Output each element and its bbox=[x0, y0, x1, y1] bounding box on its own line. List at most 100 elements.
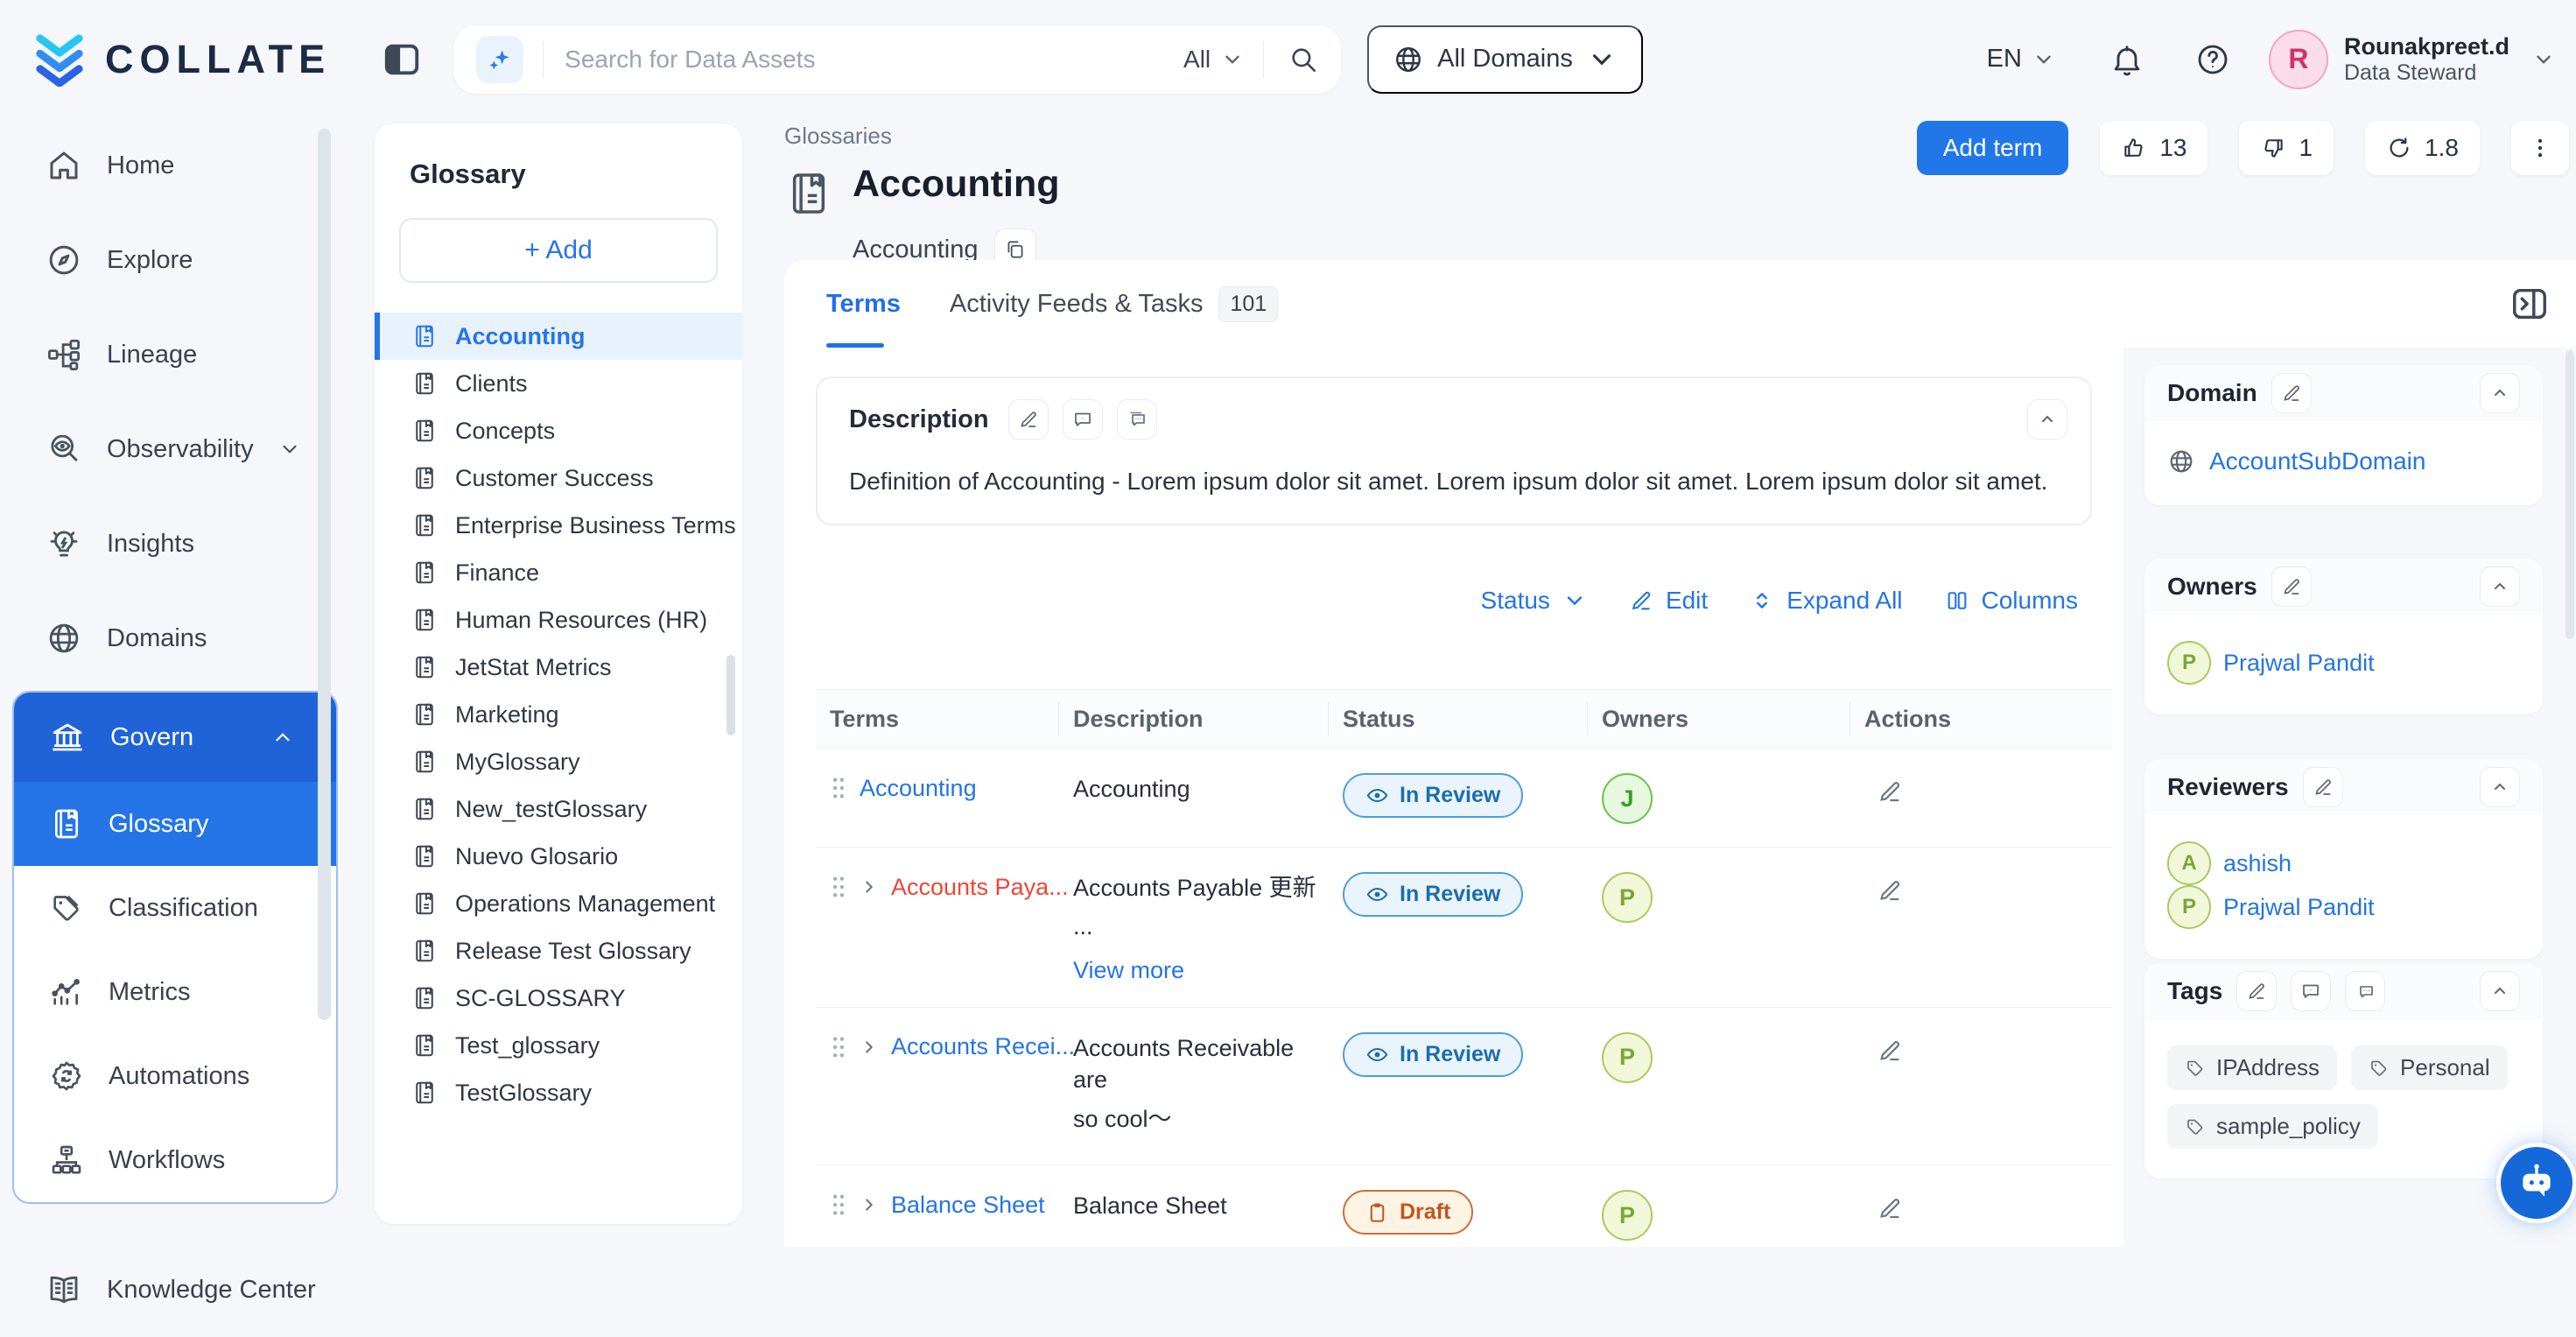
column-header-status[interactable]: Status bbox=[1329, 690, 1588, 748]
edit-tags-button[interactable] bbox=[2236, 971, 2277, 1011]
sidebar-item-govern[interactable]: Govern bbox=[14, 693, 336, 782]
sidebar-item-glossary[interactable]: Glossary bbox=[14, 782, 336, 866]
glossary-list-item[interactable]: JetStat Metrics bbox=[375, 644, 742, 691]
columns-button[interactable]: Columns bbox=[1945, 587, 2078, 615]
edit-domain-button[interactable] bbox=[2271, 373, 2312, 413]
pencil-icon[interactable] bbox=[1877, 1038, 1903, 1064]
edit-owners-button[interactable] bbox=[2271, 566, 2312, 607]
caret-right-icon[interactable] bbox=[860, 1038, 879, 1057]
glossary-list-item[interactable]: Concepts bbox=[375, 407, 742, 454]
term-link[interactable]: Accounts Paya... bbox=[891, 874, 1069, 901]
pencil-icon[interactable] bbox=[1877, 877, 1903, 904]
glossary-list-item[interactable]: Marketing bbox=[375, 691, 742, 738]
drag-handle-icon[interactable] bbox=[830, 875, 847, 899]
user-avatar[interactable]: R bbox=[2269, 30, 2328, 89]
drag-handle-icon[interactable] bbox=[830, 1035, 847, 1059]
comment-icon[interactable] bbox=[1063, 399, 1103, 440]
glossary-list-item[interactable]: TestGlossary bbox=[375, 1069, 742, 1116]
all-domains-button[interactable]: All Domains bbox=[1367, 25, 1643, 94]
sidebar-item-workflows[interactable]: Workflows bbox=[14, 1118, 336, 1202]
glossary-list-item[interactable]: Clients bbox=[375, 360, 742, 407]
column-header-terms[interactable]: Terms bbox=[816, 690, 1059, 748]
edit-description-button[interactable] bbox=[1008, 399, 1049, 440]
glossary-list-item[interactable]: Finance bbox=[375, 549, 742, 596]
owner-avatar[interactable]: P bbox=[1602, 872, 1653, 923]
page-scrollbar[interactable] bbox=[2565, 350, 2574, 639]
collapse-reviewers-icon[interactable] bbox=[2480, 767, 2520, 807]
collapse-domain-icon[interactable] bbox=[2480, 373, 2520, 413]
sidebar-item-lineage[interactable]: Lineage bbox=[0, 307, 350, 402]
term-link[interactable]: Accounts Recei... bbox=[891, 1033, 1075, 1060]
collapse-tags-icon[interactable] bbox=[2480, 971, 2520, 1011]
sidebar-toggle-icon[interactable] bbox=[382, 39, 422, 80]
person-link[interactable]: PPrajwal Pandit bbox=[2167, 641, 2375, 685]
breadcrumb[interactable]: Glossaries bbox=[784, 123, 1059, 150]
glossary-list-item[interactable]: New_testGlossary bbox=[375, 785, 742, 833]
sidebar-item-insights[interactable]: Insights bbox=[0, 496, 350, 591]
edit-reviewers-button[interactable] bbox=[2303, 767, 2343, 807]
glossary-list-item[interactable]: Enterprise Business Terms bbox=[375, 502, 742, 549]
sidebar-item-metrics[interactable]: Metrics bbox=[14, 950, 336, 1034]
sidebar-item-knowledge-center[interactable]: Knowledge Center bbox=[0, 1242, 350, 1337]
add-glossary-button[interactable]: + Add bbox=[399, 218, 718, 283]
chatbot-button[interactable] bbox=[2501, 1147, 2572, 1219]
collate-logo[interactable]: COLLATE bbox=[32, 32, 331, 87]
sidebar-item-domains[interactable]: Domains bbox=[0, 591, 350, 686]
comments-icon[interactable] bbox=[2345, 971, 2385, 1011]
person-link[interactable]: Aashish bbox=[2167, 841, 2292, 885]
collapse-owners-icon[interactable] bbox=[2480, 566, 2520, 607]
chevron-down-icon[interactable] bbox=[2532, 48, 2555, 71]
sidebar-item-observability[interactable]: Observability bbox=[0, 402, 350, 496]
sidebar-item-automations[interactable]: Automations bbox=[14, 1034, 336, 1118]
tab-activity-feeds[interactable]: Activity Feeds & Tasks 101 bbox=[950, 260, 1278, 348]
comment-icon[interactable] bbox=[2291, 971, 2331, 1011]
notifications-bell-icon[interactable] bbox=[2109, 42, 2144, 77]
search-icon[interactable] bbox=[1288, 45, 1318, 74]
glossary-list-scrollbar[interactable] bbox=[726, 655, 735, 735]
view-more-link[interactable]: View more bbox=[1073, 957, 1320, 984]
sidebar-item-explore[interactable]: Explore bbox=[0, 213, 350, 307]
edit-table-button[interactable]: Edit bbox=[1629, 587, 1708, 615]
help-icon[interactable] bbox=[2195, 42, 2230, 77]
term-link[interactable]: Balance Sheet bbox=[891, 1192, 1045, 1219]
drag-handle-icon[interactable] bbox=[830, 1193, 847, 1217]
pencil-icon[interactable] bbox=[1877, 1195, 1903, 1221]
glossary-list-item[interactable]: Customer Success bbox=[375, 454, 742, 502]
glossary-list-item[interactable]: MyGlossary bbox=[375, 738, 742, 785]
comments-icon[interactable] bbox=[1117, 399, 1157, 440]
sidebar-scrollbar[interactable] bbox=[318, 129, 331, 1020]
owner-avatar[interactable]: P bbox=[1602, 1190, 1653, 1241]
expand-all-button[interactable]: Expand All bbox=[1750, 587, 1902, 615]
glossary-list-item[interactable]: Accounting bbox=[375, 313, 742, 360]
person-link[interactable]: PPrajwal Pandit bbox=[2167, 885, 2375, 929]
version-button[interactable]: 1.8 bbox=[2365, 121, 2480, 175]
tag-pill[interactable]: IPAddress bbox=[2167, 1045, 2337, 1090]
add-term-button[interactable]: Add term bbox=[1917, 121, 2069, 175]
sidebar-item-home[interactable]: Home bbox=[0, 118, 350, 213]
tag-pill[interactable]: Personal bbox=[2351, 1045, 2508, 1090]
collapse-description-icon[interactable] bbox=[2027, 399, 2067, 440]
tag-pill[interactable]: sample_policy bbox=[2167, 1104, 2378, 1149]
ai-sparkles-icon[interactable] bbox=[476, 36, 523, 83]
downvote-button[interactable]: 1 bbox=[2239, 121, 2334, 175]
glossary-list-item[interactable]: Human Resources (HR) bbox=[375, 596, 742, 644]
caret-right-icon[interactable] bbox=[860, 1195, 879, 1214]
column-header-description[interactable]: Description bbox=[1059, 690, 1329, 748]
owner-avatar[interactable]: J bbox=[1602, 773, 1653, 824]
collapse-right-panel-icon[interactable] bbox=[2509, 284, 2550, 324]
search-scope-dropdown[interactable]: All bbox=[1183, 46, 1244, 74]
language-dropdown[interactable]: EN bbox=[1987, 45, 2055, 74]
term-link[interactable]: Accounting bbox=[860, 775, 977, 802]
status-filter-dropdown[interactable]: Status bbox=[1481, 587, 1587, 615]
caret-right-icon[interactable] bbox=[860, 877, 879, 897]
glossary-list-item[interactable]: Nuevo Glosario bbox=[375, 833, 742, 880]
column-header-actions[interactable]: Actions bbox=[1850, 690, 2112, 748]
sidebar-item-classification[interactable]: Classification bbox=[14, 866, 336, 950]
glossary-list-item[interactable]: SC-GLOSSARY bbox=[375, 975, 742, 1022]
search-input[interactable] bbox=[563, 45, 1183, 74]
more-menu-button[interactable] bbox=[2511, 121, 2569, 175]
owner-avatar[interactable]: P bbox=[1602, 1032, 1653, 1083]
glossary-list-item[interactable]: Release Test Glossary bbox=[375, 927, 742, 975]
pencil-icon[interactable] bbox=[1877, 778, 1903, 805]
user-info[interactable]: Rounakpreet.d Data Steward bbox=[2344, 33, 2509, 86]
